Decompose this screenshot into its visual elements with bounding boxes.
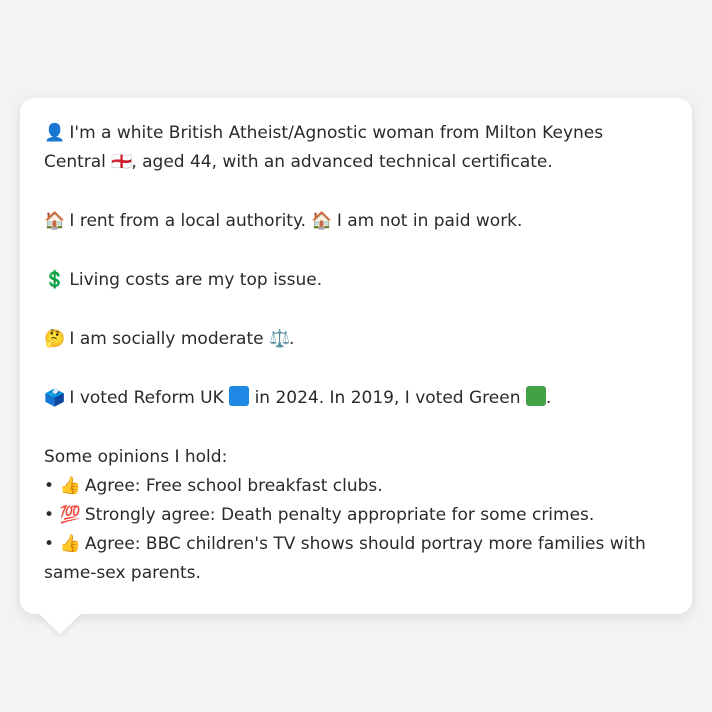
identity-text-continued: , aged 44, with an advanced technical ce… [131, 152, 553, 172]
balance-scale-icon: ⚖️ [269, 329, 291, 349]
social-text: I am socially moderate [69, 329, 264, 349]
opinion-text: Agree: BBC children's TV shows should po… [44, 534, 646, 583]
social-line: 🤔 I am socially moderate ⚖️. [44, 325, 668, 354]
issue-text: Living costs are my top issue. [69, 270, 323, 290]
employment-text: I am not in paid work. [336, 211, 523, 231]
house-icon: 🏠 [311, 211, 333, 231]
thinking-face-icon: 🤔 [44, 329, 66, 349]
dollar-icon: 💲 [44, 270, 66, 290]
england-flag-icon: 🏴󠁧󠁢󠁥󠁮󠁧󠁿 [111, 152, 133, 172]
vote-line: 🗳️ I voted Reform UK in 2024. In 2019, I… [44, 384, 668, 413]
thumbs-up-icon: 👍 [59, 476, 81, 496]
bullet: • [44, 534, 55, 554]
reform-blue-square-icon [229, 386, 250, 406]
opinion-item: • 👍 Agree: Free school breakfast clubs. [44, 472, 668, 501]
ballot-box-icon: 🗳️ [44, 388, 66, 408]
housing-line: 🏠 I rent from a local authority. 🏠 I am … [44, 207, 668, 236]
green-square-icon [525, 386, 546, 406]
opinion-item: • 💯 Strongly agree: Death penalty approp… [44, 501, 668, 530]
hundred-points-icon: 💯 [59, 505, 81, 525]
bullet: • [44, 476, 55, 496]
opinion-text: Strongly agree: Death penalty appropriat… [84, 505, 595, 525]
house-icon: 🏠 [44, 211, 66, 231]
vote-period: . [545, 388, 552, 408]
vote-text-2019: in 2024. In 2019, I voted Green [254, 388, 521, 408]
vote-text-2024: I voted Reform UK [69, 388, 224, 408]
person-icon: 👤 [44, 123, 66, 143]
social-period: . [289, 329, 295, 349]
thumbs-up-icon: 👍 [59, 534, 81, 554]
identity-line: 👤 I'm a white British Atheist/Agnostic w… [44, 119, 668, 177]
bubble-tail [38, 613, 82, 634]
opinion-text: Agree: Free school breakfast clubs. [84, 476, 383, 496]
housing-text: I rent from a local authority. [69, 211, 306, 231]
opinion-item: • 👍 Agree: BBC children's TV shows shoul… [44, 530, 668, 588]
message-bubble: 👤 I'm a white British Atheist/Agnostic w… [20, 98, 692, 614]
opinions-heading: Some opinions I hold: [44, 447, 228, 467]
issue-line: 💲 Living costs are my top issue. [44, 266, 668, 295]
bullet: • [44, 505, 55, 525]
